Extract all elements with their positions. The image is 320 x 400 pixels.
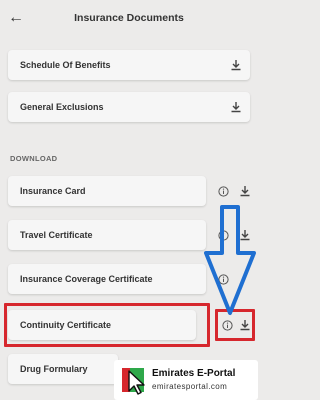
app-header: ← Insurance Documents (0, 0, 258, 40)
document-label: Drug Formulary (20, 364, 88, 374)
download-icon[interactable] (230, 59, 242, 71)
document-row-general-exclusions[interactable]: General Exclusions (8, 92, 250, 122)
watermark-title: Emirates E-Portal (152, 368, 236, 379)
download-icon[interactable] (239, 185, 251, 197)
download-row-insurance-coverage-certificate[interactable]: Insurance Coverage Certificate (8, 264, 206, 294)
info-icon[interactable] (218, 186, 229, 197)
document-label: Travel Certificate (20, 230, 93, 240)
document-row-schedule-of-benefits[interactable]: Schedule Of Benefits (8, 50, 250, 80)
download-row-travel-certificate[interactable]: Travel Certificate (8, 220, 206, 250)
cursor-logo-icon (122, 368, 145, 395)
document-label: Insurance Card (20, 186, 86, 196)
watermark-url: emiratesportal.com (152, 382, 228, 391)
watermark: Emirates E-Portal emiratesportal.com (114, 360, 258, 400)
download-row-drug-formulary[interactable]: Drug Formulary (8, 354, 118, 384)
document-label: Schedule Of Benefits (20, 60, 111, 70)
pointer-arrow-icon (204, 205, 256, 315)
download-icon[interactable] (230, 101, 242, 113)
download-row-insurance-card[interactable]: Insurance Card (8, 176, 206, 206)
document-label: Insurance Coverage Certificate (20, 274, 153, 284)
download-section-heading: DOWNLOAD (10, 154, 58, 163)
highlight-box (4, 303, 210, 347)
page-title: Insurance Documents (74, 12, 184, 24)
document-label: General Exclusions (20, 102, 104, 112)
